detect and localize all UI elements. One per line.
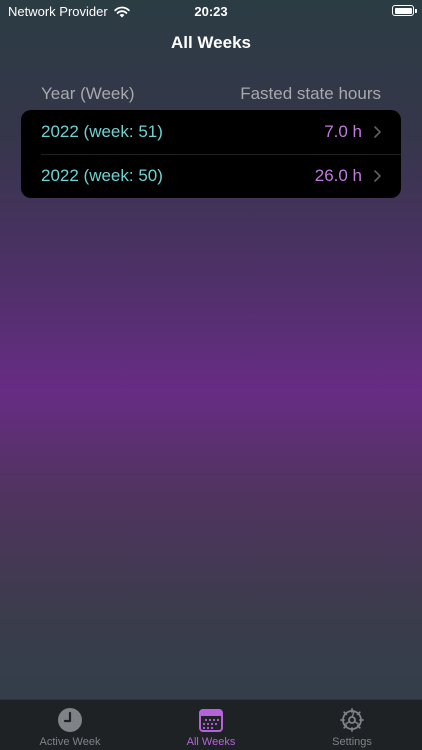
week-label: 2022 (week: 51) [41, 122, 163, 141]
battery-icon [392, 5, 417, 16]
chevron-right-icon [374, 170, 381, 182]
fasted-hours-value: 7.0 h [324, 122, 362, 141]
header-year-week: Year (Week) [41, 84, 135, 103]
tab-label: Active Week [39, 736, 101, 748]
status-bar: Network Provider 20:23 [0, 0, 422, 22]
week-row[interactable]: 2022 (week: 50) 26.0 h [21, 154, 401, 198]
week-label: 2022 (week: 50) [41, 166, 163, 185]
table-header: Year (Week) Fasted state hours [41, 84, 381, 104]
tab-all-weeks[interactable]: All Weeks [141, 700, 281, 750]
tab-label: All Weeks [186, 736, 236, 748]
battery-level [394, 7, 412, 14]
fasted-hours-value: 26.0 h [314, 166, 362, 185]
weeks-list: 2022 (week: 51) 7.0 h 2022 (week: 50) 26… [21, 110, 401, 198]
tab-label: Settings [332, 736, 372, 748]
week-row[interactable]: 2022 (week: 51) 7.0 h [21, 110, 401, 154]
gear-icon [340, 708, 364, 732]
clock-icon [58, 708, 82, 732]
calendar-icon [199, 709, 223, 732]
tab-bar: Active Week All Weeks Settings [0, 699, 422, 750]
header-fasted-hours: Fasted state hours [240, 84, 381, 103]
status-time: 20:23 [194, 4, 228, 19]
tab-active-week[interactable]: Active Week [0, 700, 140, 750]
chevron-right-icon [374, 126, 381, 138]
tab-settings[interactable]: Settings [282, 700, 422, 750]
page-title: All Weeks [170, 33, 251, 52]
